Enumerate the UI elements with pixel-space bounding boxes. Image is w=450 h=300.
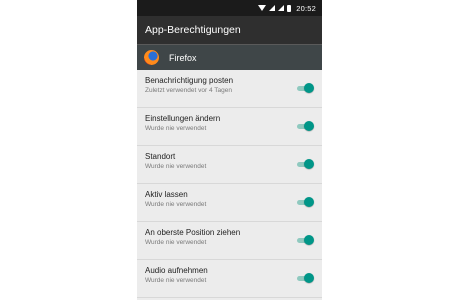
permission-subtitle: Wurde nie verwendet xyxy=(145,163,207,170)
permission-title: Einstellungen ändern xyxy=(145,114,221,123)
permission-toggle-draw-over[interactable] xyxy=(297,235,314,246)
toggle-thumb xyxy=(304,235,314,245)
permission-row-keep-awake[interactable]: Aktiv lassen Wurde nie verwendet xyxy=(137,184,322,222)
permission-subtitle: Wurde nie verwendet xyxy=(145,125,207,132)
toggle-thumb xyxy=(304,159,314,169)
firefox-icon xyxy=(144,50,159,65)
status-time: 20:52 xyxy=(296,3,316,13)
permission-row-draw-over[interactable]: An oberste Position ziehen Wurde nie ver… xyxy=(137,222,322,260)
permission-row-settings[interactable]: Einstellungen ändern Wurde nie verwendet xyxy=(137,108,322,146)
permission-subtitle: Wurde nie verwendet xyxy=(145,239,207,246)
permission-title: Aktiv lassen xyxy=(145,190,188,199)
permission-toggle-location[interactable] xyxy=(297,159,314,170)
toggle-thumb xyxy=(304,197,314,207)
signal-icon xyxy=(278,5,285,11)
permission-subtitle: Zuletzt verwendet vor 4 Tagen xyxy=(145,87,232,94)
permission-row-record-audio[interactable]: Audio aufnehmen Wurde nie verwendet xyxy=(137,260,322,298)
status-bar: 20:52 xyxy=(137,0,322,16)
toggle-thumb xyxy=(304,83,314,93)
app-bar: App-Berechtigungen xyxy=(137,16,322,44)
permission-subtitle: Wurde nie verwendet xyxy=(145,201,207,208)
toggle-thumb xyxy=(304,121,314,131)
wifi-icon xyxy=(258,5,267,11)
permission-title: Standort xyxy=(145,152,176,161)
phone-screen: 20:52 App-Berechtigungen Firefox Benachr… xyxy=(137,0,322,300)
permission-title: Audio aufnehmen xyxy=(145,266,208,275)
permission-subtitle: Wurde nie verwendet xyxy=(145,277,207,284)
toggle-thumb xyxy=(304,273,314,283)
permission-row-location[interactable]: Standort Wurde nie verwendet xyxy=(137,146,322,184)
app-header: Firefox xyxy=(137,44,322,70)
permission-toggle-record-audio[interactable] xyxy=(297,273,314,284)
app-name: Firefox xyxy=(169,52,197,63)
permission-title: Benachrichtigung posten xyxy=(145,76,234,85)
permission-toggle-keep-awake[interactable] xyxy=(297,197,314,208)
battery-icon xyxy=(287,4,292,12)
permission-list: Benachrichtigung posten Zuletzt verwende… xyxy=(137,70,322,298)
no-sim-icon xyxy=(269,5,276,11)
page-title: App-Berechtigungen xyxy=(145,24,241,36)
permission-toggle-notifications[interactable] xyxy=(297,83,314,94)
permission-title: An oberste Position ziehen xyxy=(145,228,241,237)
permission-row-notifications[interactable]: Benachrichtigung posten Zuletzt verwende… xyxy=(137,70,322,108)
permission-toggle-settings[interactable] xyxy=(297,121,314,132)
